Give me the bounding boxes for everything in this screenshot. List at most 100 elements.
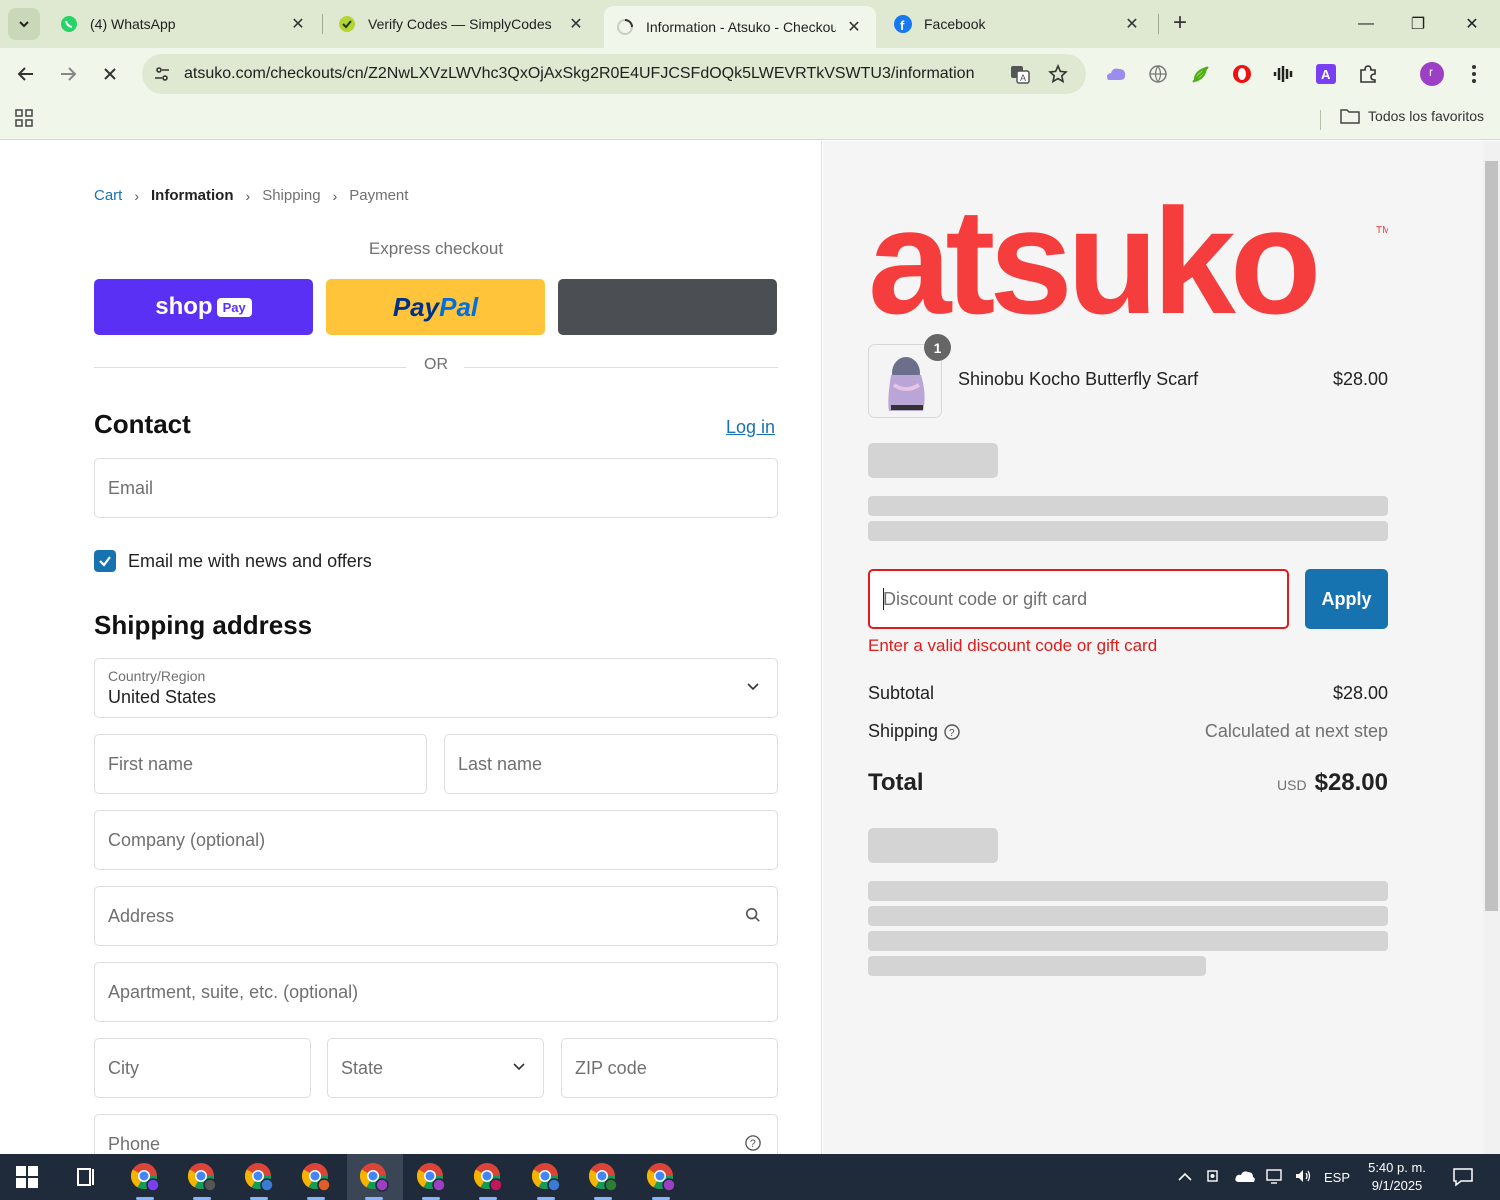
close-window-button[interactable]: ✕ [1452,8,1492,40]
extension-globe-icon[interactable] [1146,62,1170,86]
apps-grid-icon[interactable] [14,108,34,133]
tab-atsuko-active[interactable]: Information - Atsuko - Checkou ✕ [604,6,876,48]
breadcrumb: Cart › Information › Shipping › Payment [94,187,408,204]
extension-cloud-icon[interactable] [1104,62,1128,86]
breadcrumb-cart[interactable]: Cart [94,187,122,204]
extension-a-icon[interactable]: A [1314,62,1338,86]
address-bar[interactable]: atsuko.com/checkouts/cn/Z2NwLXVzLWVhc3Qx… [142,54,1086,94]
back-button[interactable] [10,58,42,90]
chrome-profile-icon[interactable] [472,1161,504,1193]
menu-icon[interactable] [1462,62,1486,86]
loading-icon [616,18,634,36]
svg-text:f: f [900,18,905,33]
task-view-icon[interactable] [70,1161,102,1193]
chevron-right-icon: › [332,187,338,204]
extension-opera-icon[interactable] [1230,62,1254,86]
forward-button[interactable] [52,58,84,90]
log-in-link[interactable]: Log in [726,417,775,438]
system-clock[interactable]: 5:40 p. m. 9/1/2025 [1362,1159,1432,1195]
country-select[interactable]: Country/Region United States [94,658,778,718]
tab-whatsapp[interactable]: (4) WhatsApp ✕ [48,6,320,42]
apply-button[interactable]: Apply [1305,569,1388,629]
puzzle-icon[interactable] [1356,62,1380,86]
profile-avatar[interactable]: r [1420,62,1444,86]
svg-text:A: A [1020,73,1026,83]
discount-code-input[interactable]: Discount code or gift card [868,569,1289,629]
paypal-logo-pal: Pal [439,291,479,322]
subtotal-value: $28.00 [1332,683,1388,703]
address-placeholder: Address [108,906,175,926]
new-tab-button[interactable]: + [1166,10,1194,38]
all-bookmarks-folder[interactable]: Todos los favoritos [1340,108,1484,124]
zip-field[interactable]: ZIP code [561,1038,778,1098]
chrome-profile-icon[interactable] [415,1161,447,1193]
meet-icon[interactable] [1206,1168,1222,1187]
city-field[interactable]: City [94,1038,311,1098]
system-tray: ESP [1178,1154,1350,1200]
company-field[interactable]: Company (optional) [94,810,778,870]
shipping-value: Calculated at next step [1204,721,1388,741]
last-name-field[interactable]: Last name [444,734,778,794]
phone-placeholder: Phone [108,1134,161,1154]
network-icon[interactable] [1266,1168,1284,1187]
arrow-right-icon [61,67,77,81]
minimize-button[interactable]: — [1346,8,1386,40]
clock-date: 9/1/2025 [1371,1178,1423,1193]
svg-text:A: A [1321,67,1331,82]
close-tab-icon[interactable]: ✕ [844,17,864,37]
google-pay-button[interactable] [558,279,777,335]
newsletter-option[interactable]: Email me with news and offers [94,550,372,572]
chrome-profile-icon[interactable] [129,1161,161,1193]
paypal-button[interactable]: Pay Pal [326,279,545,335]
scrollbar-thumb[interactable] [1485,161,1498,911]
language-indicator[interactable]: ESP [1324,1170,1350,1185]
shop-pay-logo: shop [155,293,213,320]
tab-search-button[interactable] [8,8,40,40]
chevron-up-icon[interactable] [1178,1170,1192,1185]
newsletter-checkbox[interactable] [94,550,116,572]
chrome-profile-icon[interactable] [645,1161,677,1193]
tab-facebook[interactable]: f Facebook ✕ [882,6,1154,42]
stop-button[interactable] [94,58,126,90]
chrome-profile-icon[interactable] [186,1161,218,1193]
close-tab-icon[interactable]: ✕ [1122,14,1142,34]
country-value: United States [108,687,217,707]
windows-start-icon[interactable] [16,1166,38,1188]
chevron-down-icon [19,21,29,28]
shop-pay-button[interactable]: shop Pay [94,279,313,335]
star-icon[interactable] [1046,62,1070,86]
help-icon[interactable]: ? [944,723,960,740]
extension-leaf-icon[interactable] [1188,62,1212,86]
tab-simplycodes[interactable]: Verify Codes — SimplyCodes ✕ [326,6,598,42]
chrome-profile-icon[interactable] [530,1161,562,1193]
apartment-field[interactable]: Apartment, suite, etc. (optional) [94,962,778,1022]
discount-placeholder: Discount code or gift card [883,589,1088,609]
onedrive-icon[interactable] [1234,1169,1256,1186]
page-scrollbar[interactable] [1483,141,1500,1154]
extension-audio-icon[interactable] [1272,62,1296,86]
chrome-profile-icon[interactable] [587,1161,619,1193]
first-name-field[interactable]: First name [94,734,427,794]
checkout-main: Cart › Information › Shipping › Payment … [0,141,822,1154]
close-tab-icon[interactable]: ✕ [566,14,586,34]
volume-icon[interactable] [1294,1168,1312,1187]
email-placeholder: Email [108,478,154,498]
help-icon[interactable]: ? [745,1135,761,1151]
profile-initial: r [1429,65,1433,79]
quantity-badge: 1 [924,334,951,361]
chrome-profile-icon[interactable] [358,1161,390,1193]
phone-field[interactable]: Phone ? [94,1114,778,1154]
email-field[interactable]: Email [94,458,778,518]
address-field[interactable]: Address [94,886,778,946]
close-tab-icon[interactable]: ✕ [288,14,308,34]
notifications-icon[interactable] [1452,1167,1474,1187]
translate-icon[interactable]: A [1008,62,1032,86]
tab-strip: (4) WhatsApp ✕ Verify Codes — SimplyCode… [0,0,1500,48]
loading-skeleton [868,496,1388,516]
facebook-icon: f [894,15,912,33]
site-settings-icon[interactable] [150,62,174,86]
chrome-profile-icon[interactable] [243,1161,275,1193]
restore-button[interactable]: ❐ [1398,8,1438,40]
chrome-profile-icon[interactable] [300,1161,332,1193]
state-select[interactable]: State [327,1038,544,1098]
